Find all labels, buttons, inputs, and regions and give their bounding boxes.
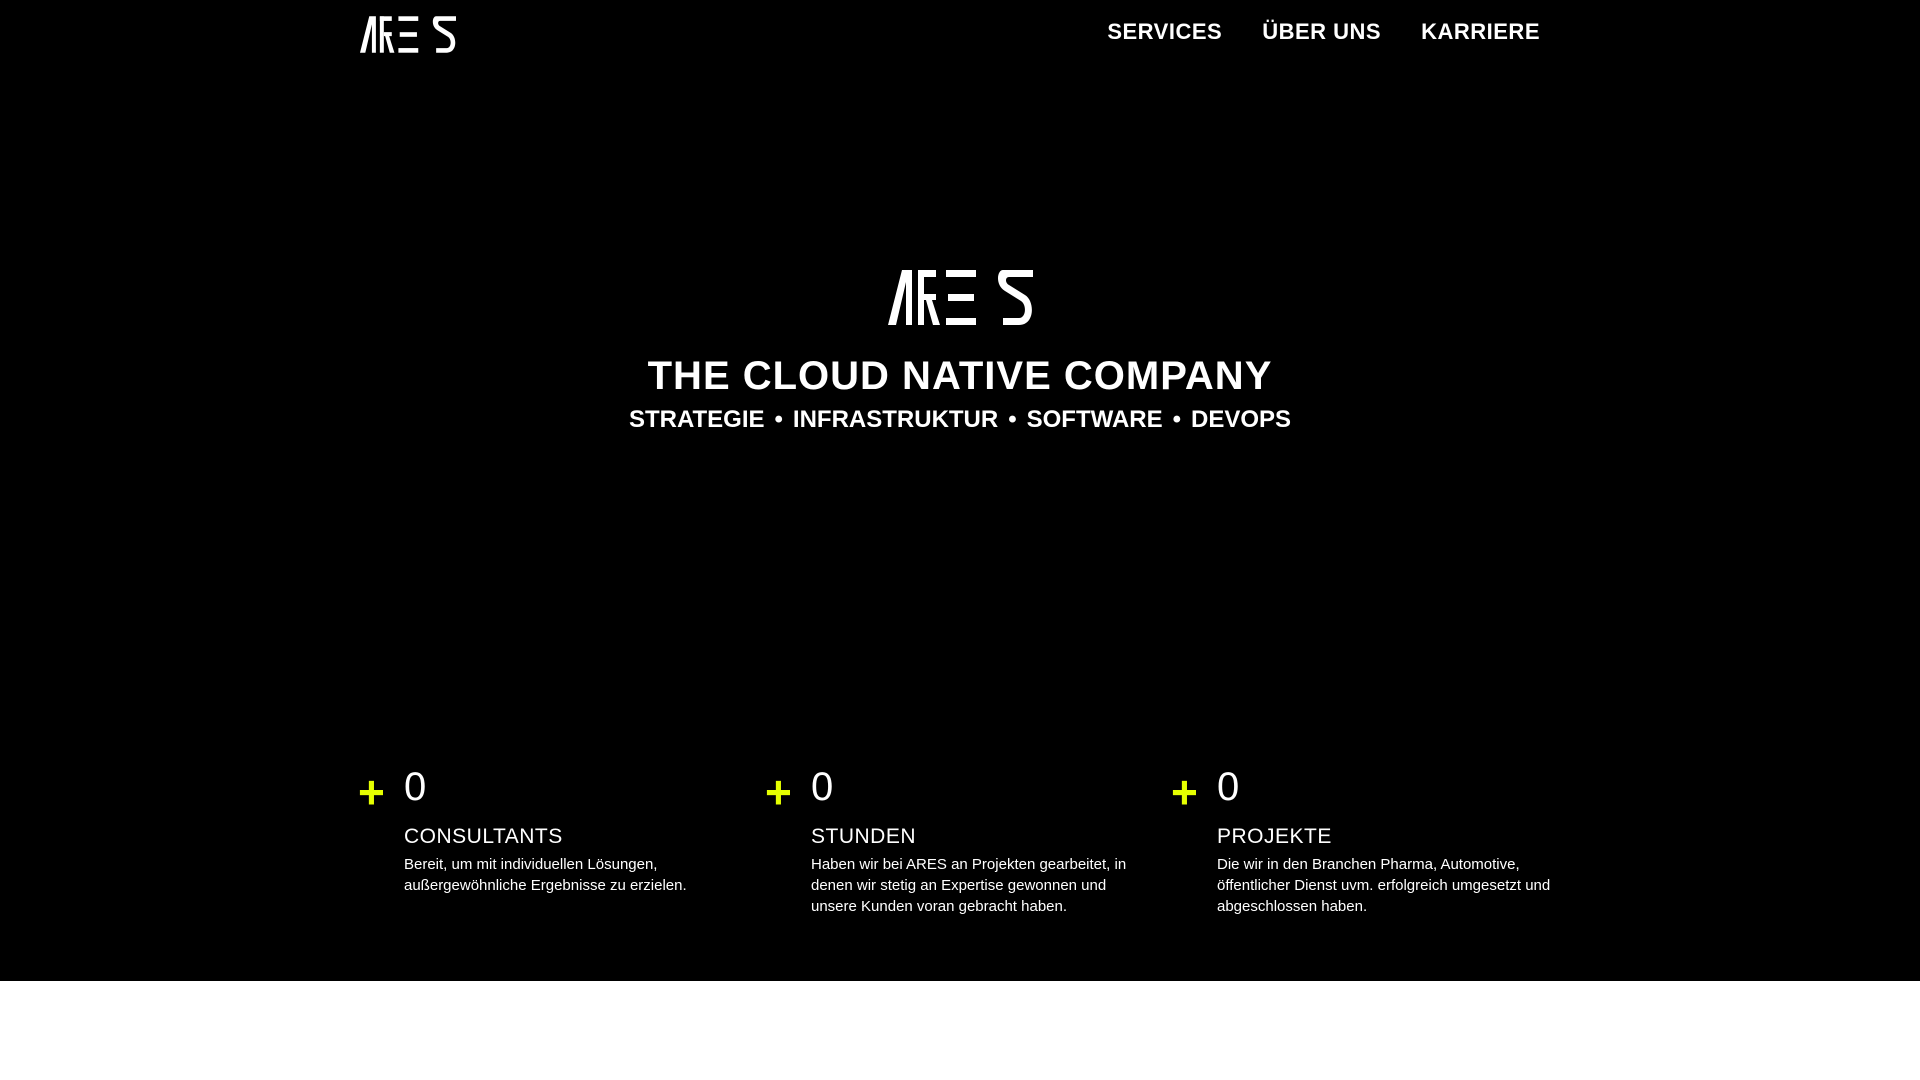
separator-dot: • (1008, 406, 1017, 433)
main-nav: SERVICES ÜBER UNS KARRIERE (1107, 18, 1540, 46)
ares-logo[interactable] (360, 16, 456, 53)
stat-description: Haben wir bei ARES an Projekten gearbeit… (811, 856, 1127, 915)
subtitle-devops: DEVOPS (1191, 406, 1292, 433)
hero-title: THE CLOUD NATIVE COMPANY (647, 354, 1273, 398)
stat-value: 0 (404, 765, 427, 809)
subtitle-software: SOFTWARE (1026, 406, 1163, 433)
stat-description: Bereit, um mit individuellen Lösungen, a… (404, 856, 687, 894)
plus-icon: + (358, 766, 385, 818)
plus-icon: + (765, 766, 792, 818)
stat-value: 0 (1217, 765, 1240, 809)
plus-icon: + (1171, 766, 1198, 818)
ares-hero-logo (888, 270, 1033, 325)
nav-karriere[interactable]: KARRIERE (1421, 18, 1540, 46)
stat-value: 0 (811, 765, 834, 809)
separator-dot: • (774, 406, 783, 433)
separator-dot: • (1172, 406, 1182, 433)
subtitle-infrastruktur: INFRASTRUKTUR (792, 406, 999, 433)
nav-services[interactable]: SERVICES (1107, 18, 1222, 46)
stat-label: STUNDEN (811, 825, 917, 848)
subtitle-strategie: STRATEGIE (628, 406, 765, 433)
stat-label: CONSULTANTS (404, 825, 563, 848)
nav-ueber-uns[interactable]: ÜBER UNS (1262, 18, 1381, 46)
stat-label: PROJEKTE (1217, 825, 1332, 848)
hero-subtitle: STRATEGIE • INFRASTRUKTUR • SOFTWARE • DEVOPS (0, 405, 1920, 435)
stat-description: Die wir in den Branchen Pharma, Automoti… (1217, 856, 1551, 915)
hero-section: SERVICES ÜBER UNS KARRIERE THE CLOUD NAT… (0, 0, 1920, 981)
